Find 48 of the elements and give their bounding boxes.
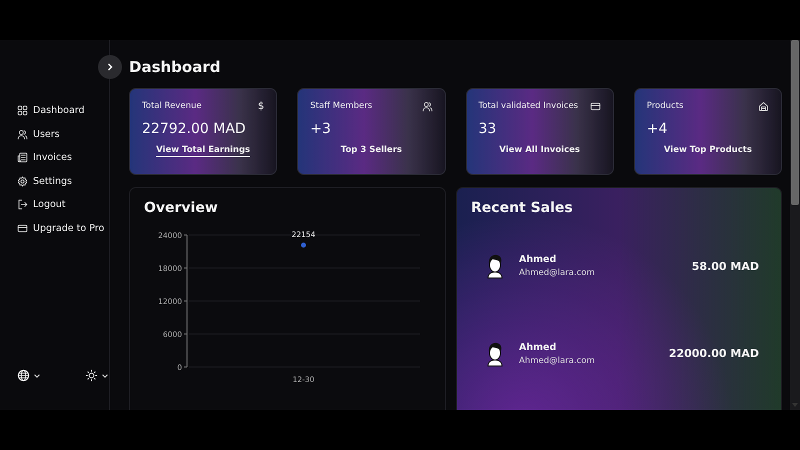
customer-name: Ahmed [519,254,558,265]
dollar-icon: $ [258,100,264,112]
nav-item[interactable]: Dashboard [17,102,109,120]
logout-icon [17,199,28,210]
card-title: Total Revenue [142,101,202,111]
globe-icon [17,369,30,382]
avatar-icon [485,340,505,366]
nav-item[interactable]: Settings [17,172,109,190]
language-selector[interactable] [17,369,41,382]
customer-email: Ahmed@lara.com [519,356,596,366]
customer-name: Ahmed [519,342,558,352]
sun-icon [85,369,98,382]
settings-icon [17,176,28,187]
nav-item[interactable]: Users [17,126,109,143]
nav-item[interactable]: Logout [17,196,109,214]
card-value: 33 [478,121,498,137]
users-icon [17,128,28,140]
card-value: +3 [310,121,332,137]
sale-amount: 22000.00 MAD [668,347,759,360]
panel-title: Recent Sales [471,200,574,216]
card-value: +4 [646,121,668,137]
newspaper-icon [17,152,28,164]
sale-amount: 58.00 MAD [692,260,759,272]
avatar-icon [485,253,505,279]
theme-selector[interactable] [85,369,109,382]
scrollbar[interactable] [790,40,800,410]
grid-icon [17,105,28,116]
chevron-down-icon [33,372,41,380]
card-value: 22792.00 MAD [142,121,247,137]
card-title: Staff Members [310,101,372,111]
card-link[interactable]: View Top Products [664,145,752,157]
card-link[interactable]: View Total Earnings [156,145,250,157]
card-title: Products [646,101,684,111]
chevron-down-icon [101,372,109,380]
card-icon [590,100,601,112]
card-icon [17,222,28,234]
sidebar-toggle-button[interactable] [98,55,122,79]
nav-item[interactable]: Upgrade to Pro [17,220,109,237]
chevron-right-icon [105,62,115,72]
customer-email: Ahmed@lara.com [519,268,596,278]
page-title: Dashboard [129,58,220,76]
nav-item[interactable]: Invoices [17,149,109,166]
card-link[interactable]: View All Invoices [499,145,580,157]
store-icon [758,100,769,112]
card-title: Total validated Invoices [478,101,578,111]
users-icon [422,100,432,112]
panel-title: Overview [144,200,219,216]
card-link[interactable]: Top 3 Sellers [340,145,402,157]
